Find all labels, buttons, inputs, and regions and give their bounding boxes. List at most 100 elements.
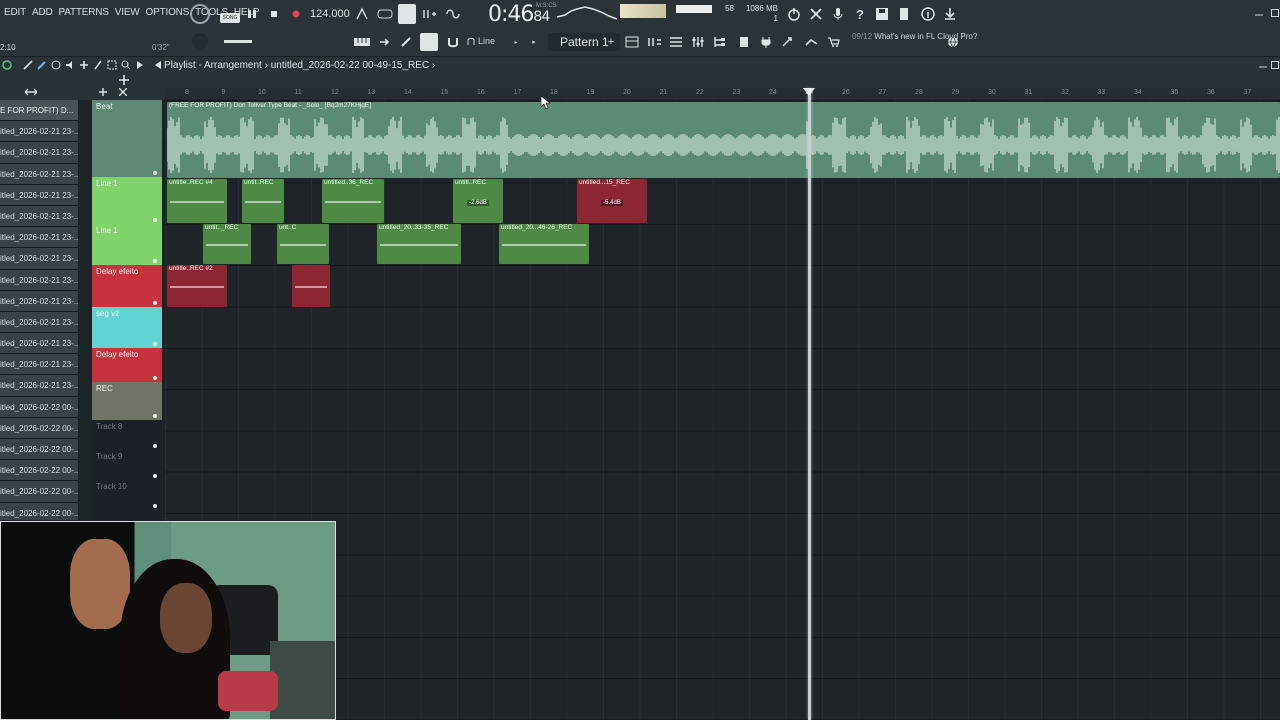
track-header[interactable]: Track 8 [92,420,162,450]
clip-line1a-2[interactable]: untit..REC [242,179,284,223]
clip-line1b-3[interactable]: untitled_20..33-35_REC [377,224,461,264]
track-select-dot[interactable] [153,504,157,508]
clip-line1a-4[interactable]: untitl..REC -2.6dB [453,179,503,223]
slice-tool-icon[interactable] [92,60,104,70]
draw-tool-icon[interactable] [22,60,34,70]
track-header[interactable]: Track 9 [92,450,162,480]
add-track-icon[interactable] [98,87,108,97]
track-header[interactable]: Delay efeito [92,265,162,307]
pause-icon[interactable] [246,7,258,21]
browser-splitter[interactable] [78,100,92,520]
wait-for-input-icon[interactable] [376,6,394,22]
clip-line1b-4[interactable]: untitled_20...46-26_REC [499,224,589,264]
track-select-dot[interactable] [153,171,157,175]
minimize-icon[interactable] [1254,8,1264,18]
pencil-icon[interactable] [400,36,414,48]
playlist-maximize-icon[interactable] [1270,60,1280,70]
info-icon[interactable] [920,6,936,22]
browser-item[interactable]: itled_2026-02-21 23-... [0,184,78,206]
browser-item[interactable]: itled_2026-02-21 23-... [0,121,78,143]
project-info-icon[interactable] [736,34,752,50]
pat-song-icon[interactable] [190,4,210,24]
plugin-database-icon[interactable] [758,34,774,50]
zoom-tool-icon[interactable] [120,60,132,70]
move-icon[interactable] [118,75,130,85]
download-icon[interactable] [942,6,958,22]
browser-item[interactable]: itled_2026-02-22 00-... [0,396,78,418]
track-select-dot[interactable] [153,474,157,478]
add-pattern-icon[interactable]: + [606,36,616,48]
delete-tool-icon[interactable] [50,60,62,70]
playback-tool-icon[interactable] [134,60,146,70]
metronome-icon[interactable] [354,6,370,22]
snap-arrow-icon[interactable]: ▸ [512,38,520,46]
clip-line1a-3[interactable]: untitled..36_REC [322,179,384,223]
browser-item[interactable]: itled_2026-02-22 00-... [0,460,78,482]
clip-delay-2[interactable] [292,265,330,307]
browser-item[interactable]: E FOR PROFIT) D... [0,100,78,122]
browser-item[interactable]: itled_2026-02-21 23-... [0,333,78,355]
timeline-ruler[interactable]: 8910111213141516171819202122232425262728… [165,88,1280,100]
menu-add[interactable]: ADD [32,7,53,18]
browser-item[interactable]: itled_2026-02-21 23-... [0,205,78,228]
paint-tool-icon[interactable] [36,60,48,70]
menu-view[interactable]: VIEW [115,7,140,18]
playlist-minimize-icon[interactable] [1258,60,1268,70]
link-icon[interactable] [420,33,438,51]
track-header[interactable]: Track 10 [92,480,162,510]
playlist-icon[interactable] [624,34,640,50]
record-icon[interactable] [290,7,302,21]
track-select-dot[interactable] [153,259,157,263]
track-select-dot[interactable] [153,218,157,222]
track-select-dot[interactable] [153,444,157,448]
save-icon[interactable] [874,6,890,22]
tools-icon[interactable] [808,6,824,22]
browser-item[interactable]: itled_2026-02-22 00-... [0,417,78,439]
stop-icon[interactable] [268,7,280,21]
piano-roll-window-icon[interactable] [668,34,684,50]
browser-item[interactable]: itled_2026-02-21 23-... [0,163,78,185]
browser-item[interactable]: itled_2026-02-22 00-... [0,481,78,503]
clip-delay-1[interactable]: untitle..REC #2 [167,265,227,307]
browser-icon[interactable] [712,34,728,50]
clip-line1b-2[interactable]: unt..C [277,224,329,264]
select-tool-icon[interactable] [106,60,118,70]
track-select-dot[interactable] [153,301,157,305]
master-volume-slider[interactable] [676,5,712,13]
pattern-arrow-icon[interactable]: ▸ [530,38,538,46]
track-header[interactable]: Beat [92,100,162,177]
mixer-icon[interactable] [690,34,706,50]
cart-icon[interactable] [826,34,842,50]
tempo-display[interactable]: 124.000 [310,8,350,20]
clip-beat[interactable]: (FREE FOR PROFIT) Don Toliver Type Beat … [167,102,1280,178]
clip-line1b-1[interactable]: untit.._REC [203,224,251,264]
track-header[interactable]: seg vz [92,307,162,348]
browser-item[interactable]: itled_2026-02-21 23-... [0,248,78,270]
mute-tool-icon[interactable] [64,60,76,70]
time-format-label[interactable]: M:S:CS [536,3,557,9]
main-volume-bar[interactable] [224,40,252,43]
slip-tool-icon[interactable] [78,60,90,70]
browser-item[interactable]: itled_2026-02-22 00-... [0,502,78,520]
power-icon[interactable] [786,6,802,22]
track-select-dot[interactable] [153,414,157,418]
track-header[interactable]: Line 1 [92,224,162,265]
track-header[interactable]: Line 1 [92,177,162,224]
track-select-dot[interactable] [153,342,157,346]
browser-menu-icon[interactable] [2,60,12,70]
piano-roll-icon[interactable] [354,36,370,48]
browser-item[interactable]: itled_2026-02-21 23-... [0,311,78,334]
playhead-marker[interactable] [803,88,815,96]
arrow-left-icon[interactable] [152,60,164,70]
track-header[interactable]: REC [92,382,162,420]
browser-item[interactable]: itled_2026-02-21 23-... [0,269,78,291]
browser-item[interactable]: itled_2026-02-21 23-... [0,290,78,312]
zoom-horizontal-icon[interactable] [24,87,38,97]
loop-record-icon[interactable] [444,6,462,22]
blend-notes-icon[interactable] [422,6,438,22]
clip-line1a-1[interactable]: untitle..REC #4 [167,179,227,223]
touch-icon[interactable] [780,34,796,50]
microphone-icon[interactable] [830,6,846,22]
remove-track-icon[interactable] [118,87,128,97]
song-mode-badge[interactable]: SONG [220,13,240,23]
